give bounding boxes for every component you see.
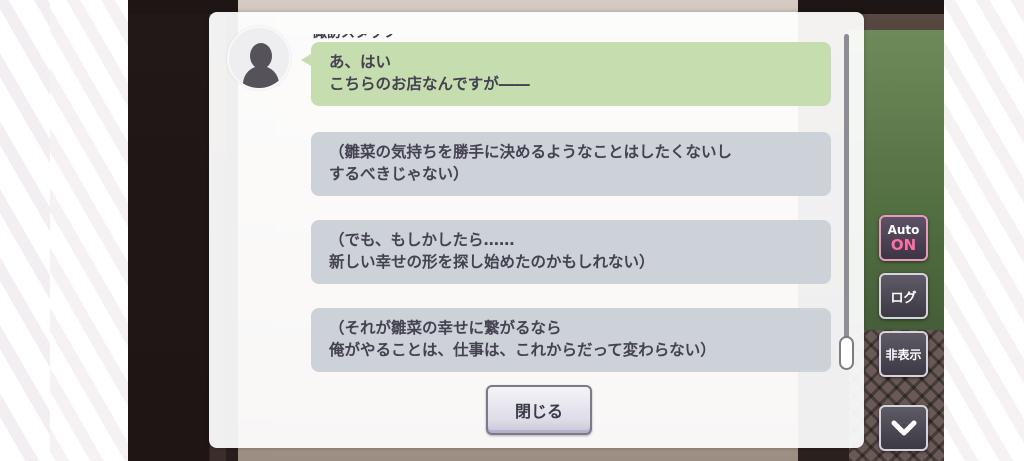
speaker-name: 諏訪スタッフ (313, 25, 397, 41)
scrollbar-track[interactable] (844, 34, 849, 366)
auto-state: ON (890, 235, 917, 254)
left-margin (0, 0, 128, 461)
log-dialog: 諏訪スタッフ あ、はい こちらのお店なんですが―― （雛菜の気持ちを勝手に決める… (209, 12, 864, 448)
speaker-avatar (227, 26, 291, 90)
chevron-down-icon (891, 420, 916, 436)
monologue-bubble: （雛菜の気持ちを勝手に決めるようなことはしたくないし するべきじゃない） (311, 132, 831, 196)
right-margin (944, 0, 1024, 461)
log-button[interactable]: ログ (879, 273, 928, 319)
scroll-down-button[interactable] (879, 405, 928, 451)
scrollbar-thumb[interactable] (839, 336, 854, 370)
monologue-bubble: （それが雛菜の幸せに繋がるなら 俺がやることは、仕事は、これからだって変わらない… (311, 308, 831, 372)
hide-ui-button[interactable]: 非表示 (879, 331, 928, 377)
auto-label: Auto (887, 222, 920, 237)
close-button[interactable]: 閉じる (486, 385, 592, 435)
dialogue-bubble: あ、はい こちらのお店なんですが―― (301, 42, 831, 106)
avatar-silhouette-body (243, 66, 279, 88)
auto-toggle-button[interactable]: Auto ON (879, 215, 928, 261)
monologue-bubble: （でも、もしかしたら…… 新しい幸せの形を探し始めたのかもしれない） (311, 220, 831, 284)
